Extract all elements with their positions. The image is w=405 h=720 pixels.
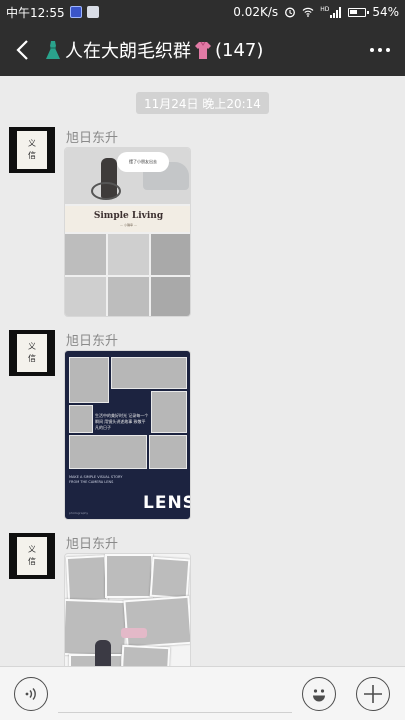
image-message[interactable]: 摆了小朋友出去 Simple Living — 小确幸 — xyxy=(64,147,191,317)
avatar[interactable]: 义 信 xyxy=(9,533,55,579)
lens-wordmark: LENS xyxy=(143,493,191,513)
more-dot xyxy=(378,48,382,52)
sender-name: 旭日东升 xyxy=(66,537,119,552)
photo-tile xyxy=(149,556,190,600)
photo-tile xyxy=(65,277,106,316)
dress-emoji-icon xyxy=(46,41,60,59)
chevron-left-icon xyxy=(16,40,28,60)
photo-tile xyxy=(69,405,93,433)
caption-text: MAKE A SIMPLE VISUAL STORY FROM THE CAME… xyxy=(69,475,123,484)
voice-button[interactable] xyxy=(14,677,48,711)
avatar-glyph: 义 xyxy=(28,342,36,351)
collage-headline: Simple Living xyxy=(93,211,164,221)
speech-bubble: 摆了小朋友出去 xyxy=(117,152,169,172)
photo-tile xyxy=(65,234,106,275)
status-bar: 中午12:55 0.02K/s HD 54% xyxy=(0,0,405,24)
alarm-icon xyxy=(285,7,296,18)
pink-shape xyxy=(121,628,147,638)
avatar-card: 义 信 xyxy=(17,131,47,169)
status-time: 中午12:55 xyxy=(6,5,65,20)
bike-shape xyxy=(91,182,121,200)
avatar-card: 义 信 xyxy=(17,334,47,372)
photo-tile xyxy=(151,234,190,275)
app-note-icon xyxy=(86,6,99,18)
signal-icon: HD xyxy=(320,5,342,18)
back-button[interactable] xyxy=(0,24,44,76)
photo-tile xyxy=(108,277,149,316)
battery-percent: 54% xyxy=(372,5,399,19)
photo-tile xyxy=(108,234,149,275)
photo-tile xyxy=(111,357,187,389)
app-shield-icon xyxy=(69,6,82,18)
photo-tile xyxy=(151,277,190,316)
sender-name: 旭日东升 xyxy=(66,131,119,146)
plus-icon xyxy=(364,685,382,703)
member-count: (147) xyxy=(215,39,264,61)
emoji-button[interactable] xyxy=(302,677,336,711)
avatar-glyph: 义 xyxy=(28,545,36,554)
signal-label: HD xyxy=(320,5,330,13)
timestamp-pill: 11月24日 晚上20:14 xyxy=(136,92,269,114)
voice-icon xyxy=(25,688,36,700)
chat-title-text: 人在大朗毛织群 xyxy=(65,41,191,62)
photo-tile xyxy=(123,595,190,649)
message-list[interactable]: 11月24日 晚上20:14 义 信 旭日东升 摆了小朋友出去 Simple L… xyxy=(0,76,405,666)
avatar-card: 义 信 xyxy=(17,537,47,575)
avatar-glyph: 信 xyxy=(28,354,36,363)
photo-tile xyxy=(105,554,153,598)
avatar-glyph: 信 xyxy=(28,557,36,566)
rider-shape xyxy=(95,640,111,666)
photo-tile xyxy=(69,357,109,403)
photo-tile xyxy=(149,435,187,469)
image-message[interactable]: 生活中的美好时光 记录每一个瞬间 用镜头讲述故事 致敬平凡的日子 MAKE A … xyxy=(64,350,191,520)
photo-tile xyxy=(151,391,187,433)
network-speed: 0.02K/s xyxy=(233,5,279,19)
photo-grid xyxy=(65,234,190,316)
battery-icon xyxy=(348,7,370,17)
more-dot xyxy=(386,48,390,52)
avatar[interactable]: 义 信 xyxy=(9,127,55,173)
more-dots-icon xyxy=(370,48,374,52)
chat-header: 人在大朗毛织群 (147) xyxy=(0,24,405,76)
photo-tile xyxy=(65,554,109,604)
sender-name: 旭日东升 xyxy=(66,334,119,349)
emoji-icon xyxy=(313,689,325,702)
title-band: Simple Living — 小确幸 — xyxy=(65,206,190,232)
avatar-glyph: 信 xyxy=(28,151,36,160)
overlay-text: 生活中的美好时光 记录每一个瞬间 用镜头讲述故事 致敬平凡的日子 xyxy=(95,413,149,430)
chat-title[interactable]: 人在大朗毛织群 (147) xyxy=(44,37,263,63)
plus-button[interactable] xyxy=(356,677,390,711)
input-bar xyxy=(0,666,405,720)
message-input[interactable] xyxy=(58,675,292,713)
shirt-emoji-icon xyxy=(195,41,211,59)
photo-tile xyxy=(119,644,171,666)
image-message[interactable] xyxy=(64,553,191,666)
more-button[interactable] xyxy=(355,24,405,76)
collage-subline: — 小确幸 — xyxy=(120,223,137,227)
avatar-glyph: 义 xyxy=(28,139,36,148)
avatar[interactable]: 义 信 xyxy=(9,330,55,376)
wifi-icon xyxy=(302,7,314,17)
footer-text: photography xyxy=(69,511,89,515)
